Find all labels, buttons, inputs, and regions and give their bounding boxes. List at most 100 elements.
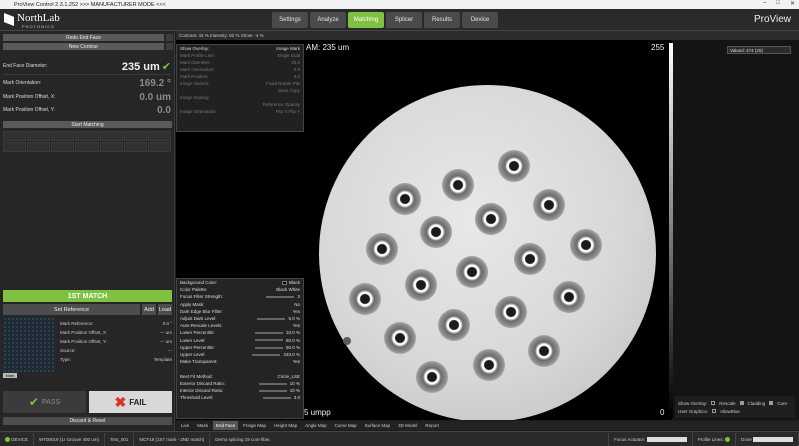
- check-icon: ✔: [161, 60, 171, 73]
- match-grid-row-1: [3, 131, 171, 141]
- setting-row[interactable]: Interior Discard Ratio: 10 %: [177, 387, 303, 394]
- setting-row[interactable]: Upper Percentile: 90.0 %: [177, 344, 303, 351]
- start-matching-button[interactable]: Start Matching: [3, 121, 172, 128]
- fiber-core: [349, 283, 381, 315]
- slider[interactable]: [254, 332, 283, 335]
- setting-row[interactable]: Dark Edge Blur Filter: Yes: [177, 308, 303, 315]
- setting-row[interactable]: Focus Filter Strength: 3: [177, 293, 303, 300]
- setting-row[interactable]: Lower Percentile: 10.0 %: [177, 329, 303, 336]
- maptab-height-map[interactable]: Height Map: [271, 421, 300, 430]
- maptab-surface-map[interactable]: Surface Map: [362, 421, 394, 430]
- setting-row[interactable]: Upper Level: 240.0 %: [177, 351, 303, 358]
- setting-row[interactable]: Apply Mask: No: [177, 301, 303, 308]
- maptab-3d-model[interactable]: 3D Model: [395, 421, 420, 430]
- scale-max-label: 255: [651, 43, 665, 52]
- tab-settings[interactable]: Settings: [272, 12, 308, 28]
- mark-offset-x-row: Mark Position Offset, X: 0.0 um: [3, 91, 171, 103]
- overlay-row[interactable]: Mark Position: 0.0: [177, 73, 303, 80]
- tab-results[interactable]: Results: [424, 12, 460, 28]
- maptab-live[interactable]: Live: [178, 421, 192, 430]
- value-select[interactable]: Valued: 474 (25): [727, 46, 791, 54]
- maximize-icon[interactable]: □: [776, 0, 780, 7]
- fiber-core: [384, 322, 416, 354]
- slider[interactable]: [254, 339, 283, 342]
- overlay-row[interactable]: Save Copy: [177, 87, 303, 94]
- setting-row[interactable]: Threshold Level: 3.0: [177, 394, 303, 401]
- slider[interactable]: [252, 353, 281, 356]
- cladding-checkbox[interactable]: [739, 401, 744, 405]
- load-reference-button[interactable]: Load: [158, 304, 172, 315]
- redo-options-button[interactable]: [166, 34, 173, 41]
- maptab-end-face[interactable]: End Face: [213, 421, 239, 430]
- fiber-core: [456, 256, 488, 288]
- maptab-angle-map[interactable]: Angle Map: [302, 421, 330, 430]
- setting-row[interactable]: Color Palette: Black White: [177, 286, 303, 293]
- mark-orientation-row: Mark Orientation: 169.2 °: [3, 76, 171, 90]
- overlay-row[interactable]: Mark Diameter: 35.0: [177, 59, 303, 66]
- mark-chip[interactable]: Mark: [3, 373, 17, 378]
- redo-end-face-button[interactable]: Redo End Face: [3, 34, 164, 41]
- allowblue-checkbox[interactable]: [712, 409, 717, 413]
- overlay-row[interactable]: Mark Profile Line: Single Dual: [177, 52, 303, 59]
- slider[interactable]: [258, 382, 287, 385]
- maptab-mask[interactable]: Mask: [194, 421, 211, 430]
- setting-row[interactable]: Make Transparent: Yes: [177, 358, 303, 365]
- setting-row[interactable]: Background Color: Black: [177, 279, 303, 286]
- fiber-core: [442, 169, 474, 201]
- matching-left-panel: Redo End Face New Contour End Face Diame…: [0, 31, 175, 431]
- close-icon[interactable]: ✕: [790, 0, 795, 7]
- mark-offset-x-value: 0.0 um: [139, 91, 171, 103]
- tab-splicer[interactable]: Splicer: [386, 12, 422, 28]
- setting-row[interactable]: Exterior Discard Ratio: 10 %: [177, 380, 303, 387]
- overlay-row[interactable]: Image Scaling:: [177, 94, 303, 101]
- fiber-core: [553, 281, 585, 313]
- slider[interactable]: [266, 296, 295, 299]
- pass-button[interactable]: ✔ PASS: [3, 391, 86, 413]
- rescale-checkbox[interactable]: [711, 401, 716, 405]
- mark-offset-x-label: Mark Position Offset, X:: [3, 94, 56, 100]
- maptab-fringe-map[interactable]: Fringe Map: [240, 421, 269, 430]
- fiber-core: [389, 183, 421, 215]
- slider[interactable]: [254, 346, 283, 349]
- tab-analyze[interactable]: Analyze: [310, 12, 346, 28]
- set-reference-button[interactable]: Set Reference: [3, 304, 140, 315]
- fail-button[interactable]: ✖ FAIL: [89, 391, 172, 413]
- slider[interactable]: [258, 389, 287, 392]
- overlay-row[interactable]: Image Orientation: Flip X Flip Y: [177, 108, 303, 115]
- setting-row[interactable]: Lower Level: 80.0 %: [177, 337, 303, 344]
- status-bar: DEVICE WT00019 (1r Groove 400 um) Test_0…: [0, 431, 799, 446]
- overlay-settings-panel: Show Overlay: Image Mark Mark Profile Lin…: [176, 44, 304, 132]
- scale-resolution-label: 5 umpp: [304, 408, 331, 417]
- contour-options-button[interactable]: [166, 43, 173, 50]
- overlay-row[interactable]: Mark Orientation: 0.0: [177, 66, 303, 73]
- core-checkbox[interactable]: [769, 401, 774, 405]
- fiber-core: [528, 335, 560, 367]
- reference-thumbnail[interactable]: [3, 317, 55, 372]
- focus-actuator[interactable]: Focus Actuator:: [609, 432, 693, 446]
- maptab-report[interactable]: Report: [422, 421, 442, 430]
- new-contour-button[interactable]: New Contour: [3, 43, 164, 50]
- slider[interactable]: [257, 317, 286, 320]
- device-status[interactable]: DEVICE: [0, 432, 35, 446]
- overlay-row[interactable]: Image Search: Fixed Rotate Flip: [177, 80, 303, 87]
- setting-row[interactable]: Auto-Rescale Levels: Yes: [177, 322, 303, 329]
- minimize-icon[interactable]: –: [763, 0, 766, 7]
- product-brand: ProView: [753, 14, 791, 25]
- setting-row[interactable]: Best Fit Method: Circle_LSE: [177, 372, 303, 379]
- discard-reset-button[interactable]: Discard & Reset: [3, 417, 172, 425]
- done-status: Done: [736, 432, 799, 446]
- add-reference-button[interactable]: Add: [142, 304, 156, 315]
- overlay-row[interactable]: Show Overlay: Image Mark: [177, 45, 303, 52]
- fiber-core: [366, 233, 398, 265]
- tab-device[interactable]: Device: [462, 12, 498, 28]
- profile-lines[interactable]: Profile Lines:: [693, 432, 736, 446]
- slider[interactable]: [262, 396, 291, 399]
- tab-matching[interactable]: Matching: [348, 12, 384, 28]
- setting-row[interactable]: Adjust Dark Level: 5.0 %: [177, 315, 303, 322]
- reference-info-row: Mark Position Offset, X: --- um: [60, 330, 172, 335]
- maptab-curve-map[interactable]: Curve Map: [332, 421, 360, 430]
- reference-toolbar: Set Reference Add Load: [3, 304, 172, 315]
- window-controls: – □ ✕: [763, 0, 795, 7]
- overlay-row[interactable]: Reference Opacity: [177, 101, 303, 108]
- profile-led-icon: [724, 436, 730, 442]
